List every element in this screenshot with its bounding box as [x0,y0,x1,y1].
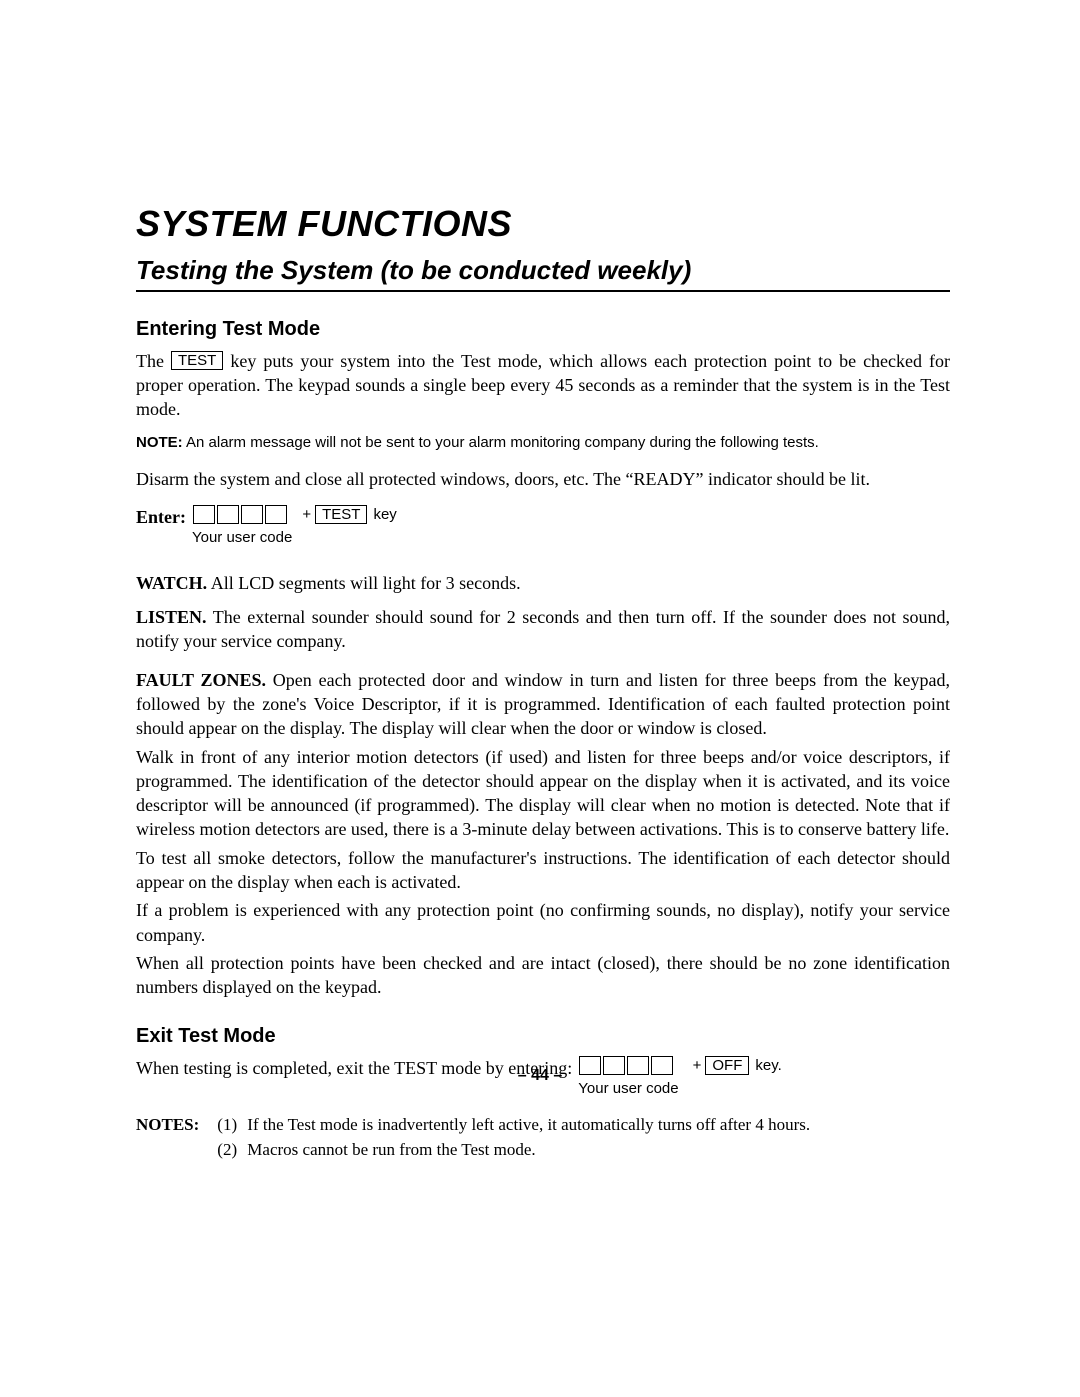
paragraph-listen: LISTEN. The external sounder should soun… [136,605,950,654]
paragraph-disarm: Disarm the system and close all protecte… [136,467,950,491]
paragraph-watch: WATCH. All LCD segments will light for 3… [136,571,950,595]
document-page: SYSTEM FUNCTIONS Testing the System (to … [0,0,1080,1397]
heading-entering-test-mode: Entering Test Mode [136,316,950,343]
heading-system-functions: SYSTEM FUNCTIONS [136,200,950,249]
code-box [193,505,215,524]
paragraph-fault-zones: FAULT ZONES. Open each protected door an… [136,668,950,741]
note-label: NOTE: [136,434,183,451]
paragraph-walk: Walk in front of any interior motion det… [136,745,950,842]
note-text: An alarm message will not be sent to you… [183,434,819,451]
key-test: TEST [171,351,223,370]
key-word: key [373,505,396,525]
plus-sign: + [302,505,311,525]
text: key puts your system into the Test mode,… [136,351,950,420]
notes-items: (1) If the Test mode is inadvertently le… [217,1114,950,1164]
text: The [136,351,171,371]
code-box [217,505,239,524]
note-number: (2) [217,1139,247,1162]
paragraph-problem: If a problem is experienced with any pro… [136,898,950,947]
heading-testing-system: Testing the System (to be conducted week… [136,253,950,292]
paragraph-smoke: To test all smoke detectors, follow the … [136,846,950,895]
user-code-boxes: Your user code [192,505,292,548]
text: All LCD segments will light for 3 second… [207,573,520,593]
notes-section: NOTES: (1) If the Test mode is inadverte… [136,1114,950,1164]
enter-label: Enter: [136,505,186,529]
note-line: NOTE: An alarm message will not be sent … [136,432,950,454]
heading-exit-test-mode: Exit Test Mode [136,1023,950,1050]
listen-label: LISTEN. [136,607,207,627]
watch-label: WATCH. [136,573,207,593]
code-box [241,505,263,524]
code-box [265,505,287,524]
text: The external sounder should sound for 2 … [136,607,950,651]
note-text: Macros cannot be run from the Test mode. [247,1139,535,1162]
note-text: If the Test mode is inadvertently left a… [247,1114,810,1137]
notes-label: NOTES: [136,1114,217,1164]
paragraph-intro: The TEST key puts your system into the T… [136,349,950,422]
page-number: – 44 – [0,1065,1080,1087]
enter-instruction: Enter: Your user code + TEST key [136,505,950,548]
key-test: TEST [315,505,367,524]
note-item: (1) If the Test mode is inadvertently le… [217,1114,950,1137]
note-item: (2) Macros cannot be run from the Test m… [217,1139,950,1162]
fault-label: FAULT ZONES. [136,670,266,690]
user-code-label: Your user code [192,528,292,548]
note-number: (1) [217,1114,247,1137]
paragraph-when: When all protection points have been che… [136,951,950,1000]
